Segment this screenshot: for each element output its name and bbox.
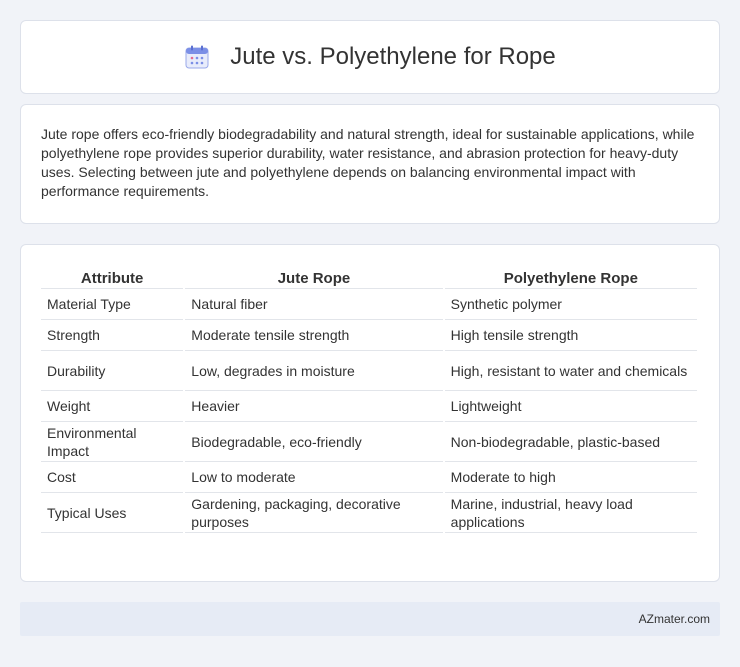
attribute-cell: Typical Uses (41, 493, 184, 533)
polyethylene-cell: Non-biodegradable, plastic-based (444, 422, 697, 462)
table-row: Typical Uses Gardening, packaging, decor… (41, 493, 697, 533)
attribute-cell: Strength (41, 320, 184, 351)
attribute-cell: Durability (41, 351, 184, 391)
table-row: Durability Low, degrades in moisture Hig… (41, 351, 697, 391)
title-card: Jute vs. Polyethylene for Rope (20, 20, 720, 94)
intro-paragraph: Jute rope offers eco-friendly biodegrada… (41, 126, 695, 199)
table-row: Material Type Natural fiber Synthetic po… (41, 289, 697, 320)
footer: AZmater.com (20, 602, 720, 636)
calendar-icon (184, 44, 210, 70)
column-header-jute: Jute Rope (185, 263, 443, 289)
comparison-table-card: Attribute Jute Rope Polyethylene Rope Ma… (20, 244, 720, 582)
polyethylene-cell: Marine, industrial, heavy load applicati… (444, 493, 697, 533)
attribute-cell: Environmental Impact (41, 422, 184, 462)
polyethylene-cell: Lightweight (444, 391, 697, 422)
table-row: Weight Heavier Lightweight (41, 391, 697, 422)
jute-cell: Gardening, packaging, decorative purpose… (185, 493, 443, 533)
jute-cell: Natural fiber (185, 289, 443, 320)
table-header-row: Attribute Jute Rope Polyethylene Rope (41, 263, 697, 289)
column-header-attribute: Attribute (41, 263, 184, 289)
table-row: Cost Low to moderate Moderate to high (41, 462, 697, 493)
jute-cell: Biodegradable, eco-friendly (185, 422, 443, 462)
jute-cell: Moderate tensile strength (185, 320, 443, 351)
polyethylene-cell: Synthetic polymer (444, 289, 697, 320)
footer-site-name: AZmater.com (638, 612, 710, 626)
attribute-cell: Weight (41, 391, 184, 422)
attribute-cell: Material Type (41, 289, 184, 320)
jute-cell: Heavier (185, 391, 443, 422)
table-row: Strength Moderate tensile strength High … (41, 320, 697, 351)
polyethylene-cell: Moderate to high (444, 462, 697, 493)
column-header-polyethylene: Polyethylene Rope (444, 263, 697, 289)
comparison-table: Attribute Jute Rope Polyethylene Rope Ma… (39, 263, 699, 533)
polyethylene-cell: High, resistant to water and chemicals (444, 351, 697, 391)
attribute-cell: Cost (41, 462, 184, 493)
table-row: Environmental Impact Biodegradable, eco-… (41, 422, 697, 462)
intro-card: Jute rope offers eco-friendly biodegrada… (20, 104, 720, 224)
jute-cell: Low, degrades in moisture (185, 351, 443, 391)
polyethylene-cell: High tensile strength (444, 320, 697, 351)
page-title: Jute vs. Polyethylene for Rope (230, 43, 556, 70)
jute-cell: Low to moderate (185, 462, 443, 493)
